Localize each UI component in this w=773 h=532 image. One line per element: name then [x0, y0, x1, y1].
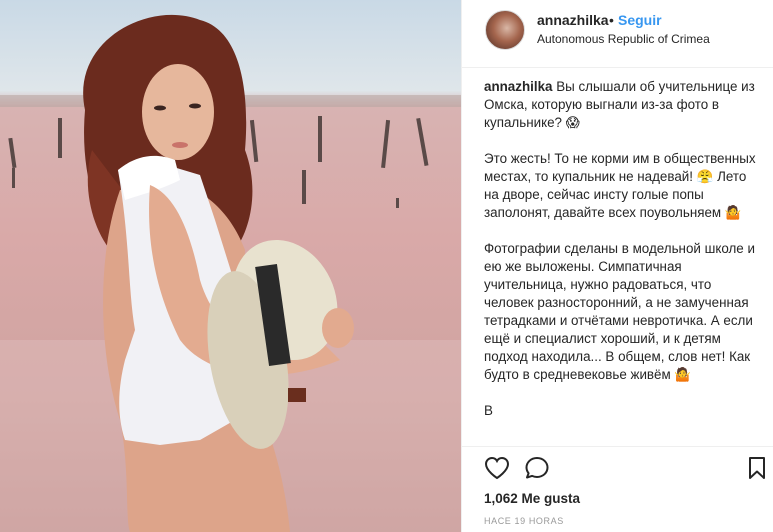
username-link[interactable]: annazhilka [537, 12, 609, 28]
post-timestamp[interactable]: HACE 19 HORAS [484, 516, 564, 526]
avatar[interactable] [485, 10, 525, 50]
caption-text: Вы слышали об учительнице из Омска, кото… [484, 79, 756, 418]
separator-dot: • [609, 12, 614, 28]
heart-icon[interactable] [484, 456, 510, 485]
follow-button[interactable]: Seguir [618, 12, 662, 28]
actions-divider [462, 446, 773, 447]
post-photo[interactable] [0, 0, 461, 532]
post-details-panel: annazhilka • Seguir Autonomous Republic … [461, 0, 773, 532]
likes-count[interactable]: 1,062 Me gusta [484, 491, 580, 506]
photo-illustration [0, 14, 461, 532]
location-link[interactable]: Autonomous Republic of Crimea [537, 32, 710, 46]
post-header: annazhilka • Seguir Autonomous Republic … [462, 0, 773, 68]
comment-icon[interactable] [524, 456, 550, 485]
caption-username[interactable]: annazhilka [484, 79, 552, 94]
post-caption: annazhilka Вы слышали об учительнице из … [484, 78, 760, 446]
bookmark-icon[interactable] [748, 456, 766, 485]
